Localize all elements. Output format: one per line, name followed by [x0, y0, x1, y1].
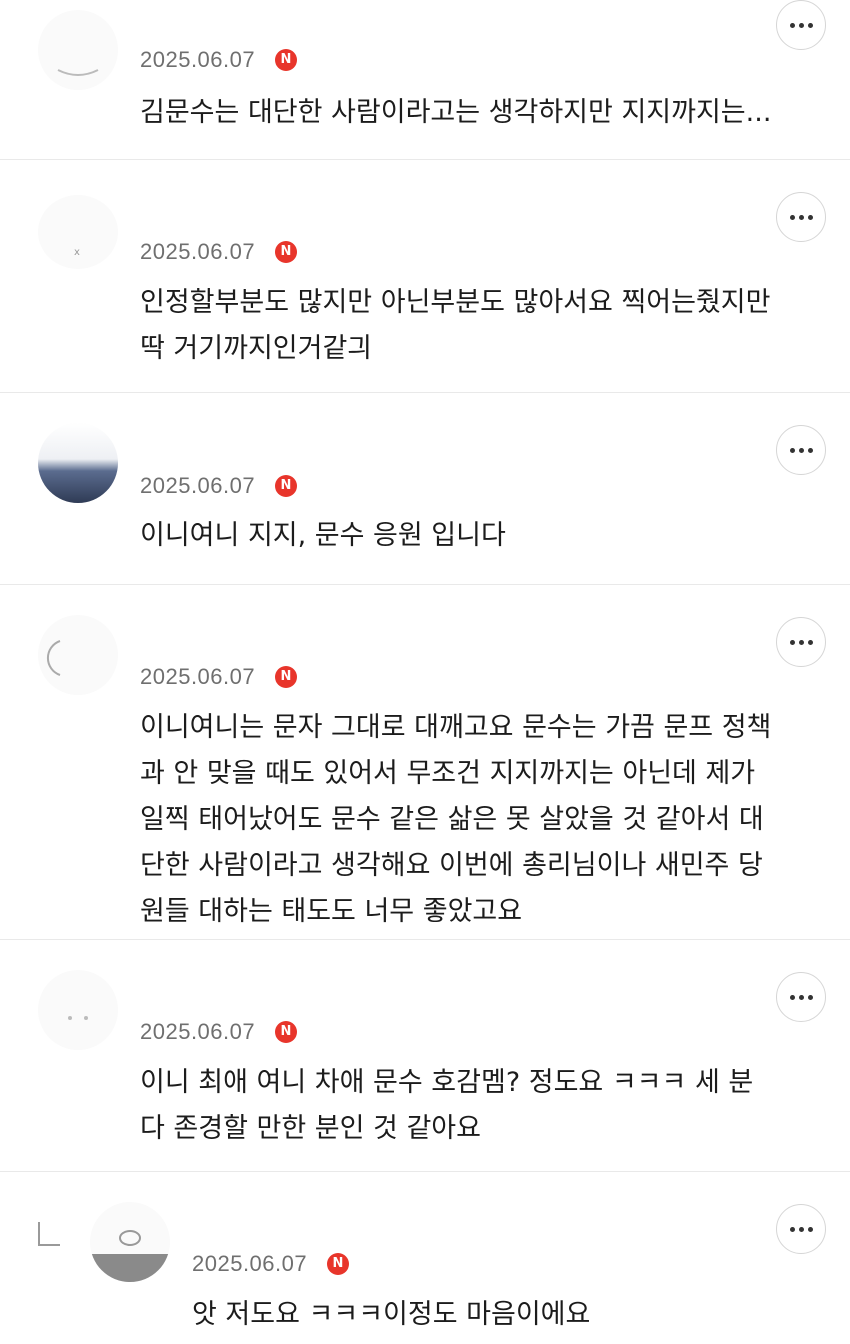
avatar-face-icon: [90, 1230, 170, 1282]
more-options-button[interactable]: [776, 425, 826, 475]
comment-item: x 2025.06.07 N 인정할부분도 많지만 아닌부분도 많아서요 찍어는…: [0, 160, 850, 393]
more-options-button[interactable]: [776, 1204, 826, 1254]
comment-date: 2025.06.07: [140, 473, 256, 498]
avatar-image-icon: [38, 423, 118, 503]
comment-item: 2025.06.07 N 이니여니는 문자 그대로 대깨고요 문수는 가끔 문프…: [0, 585, 850, 940]
more-dots-icon: [790, 640, 814, 646]
avatar[interactable]: [90, 1202, 170, 1282]
comment-date: 2025.06.07: [140, 47, 256, 72]
comment-date: 2025.06.07: [140, 664, 256, 689]
comment-item: 2025.06.07 N 이니여니 지지, 문수 응원 입니다: [0, 393, 850, 585]
avatar[interactable]: x: [38, 195, 118, 269]
more-options-button[interactable]: [776, 0, 826, 50]
new-badge-icon: N: [327, 1253, 349, 1275]
avatar-face-icon: [46, 640, 61, 676]
new-badge-icon: N: [275, 241, 297, 263]
more-dots-icon: [790, 1227, 814, 1233]
comment-text: 이니 최애 여니 차애 문수 호감멤? 정도요 ㅋㅋㅋ 세 분 다 존경할 만한…: [140, 1067, 754, 1144]
comment-date: 2025.06.07: [140, 1019, 256, 1044]
comment-text: 이니여니 지지, 문수 응원 입니다: [140, 520, 506, 551]
new-badge-icon: N: [275, 475, 297, 497]
avatar[interactable]: [38, 423, 118, 503]
avatar-face-icon: [68, 1016, 88, 1020]
avatar[interactable]: [38, 10, 118, 90]
avatar-face-icon: [57, 69, 99, 76]
comment-text: 김문수는 대단한 사람이라고는 생각하지만 지지까지는...: [140, 97, 772, 128]
more-dots-icon: [790, 23, 814, 29]
reply-item: 2025.06.07 N 앗 저도요 ㅋㅋㅋ이정도 마음이에요: [0, 1172, 850, 1344]
avatar-face-icon: x: [74, 247, 80, 258]
avatar[interactable]: [38, 615, 118, 695]
comment-item: 2025.06.07 N 김문수는 대단한 사람이라고는 생각하지만 지지까지는…: [0, 0, 850, 160]
more-options-button[interactable]: [776, 617, 826, 667]
comment-text: 이니여니는 문자 그대로 대깨고요 문수는 가끔 문프 정책 과 안 맞을 때도…: [140, 712, 772, 927]
more-dots-icon: [790, 995, 814, 1001]
more-dots-icon: [790, 448, 814, 454]
new-badge-icon: N: [275, 1021, 297, 1043]
reply-arrow-icon: [38, 1222, 60, 1246]
comment-item: 2025.06.07 N 이니 최애 여니 차애 문수 호감멤? 정도요 ㅋㅋㅋ…: [0, 940, 850, 1172]
new-badge-icon: N: [275, 666, 297, 688]
svg-text:x: x: [74, 247, 80, 258]
more-options-button[interactable]: [776, 972, 826, 1022]
comment-text: 앗 저도요 ㅋㅋㅋ이정도 마음이에요: [192, 1299, 591, 1330]
comment-date: 2025.06.07: [140, 239, 256, 264]
comment-date: 2025.06.07: [192, 1251, 308, 1276]
more-options-button[interactable]: [776, 192, 826, 242]
more-dots-icon: [790, 215, 814, 221]
new-badge-icon: N: [275, 49, 297, 71]
comment-text: 인정할부분도 많지만 아닌부분도 많아서요 찍어는줬지만 딱 거기까지인거같긔: [140, 287, 771, 364]
avatar[interactable]: [38, 970, 118, 1050]
